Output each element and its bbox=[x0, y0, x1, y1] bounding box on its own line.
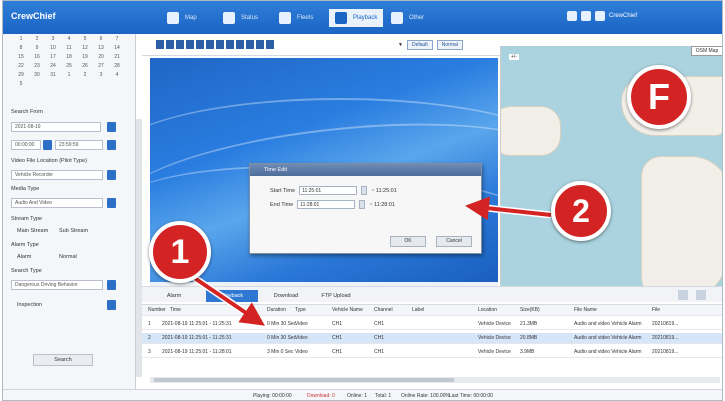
annotation-arrows bbox=[191, 196, 552, 326]
callout-f: F bbox=[627, 65, 691, 129]
callout-one: 1 bbox=[149, 221, 211, 283]
callout-two: 2 bbox=[551, 181, 611, 241]
app-window: CrewChief Map Status Fleets Playback Oth… bbox=[2, 0, 723, 401]
